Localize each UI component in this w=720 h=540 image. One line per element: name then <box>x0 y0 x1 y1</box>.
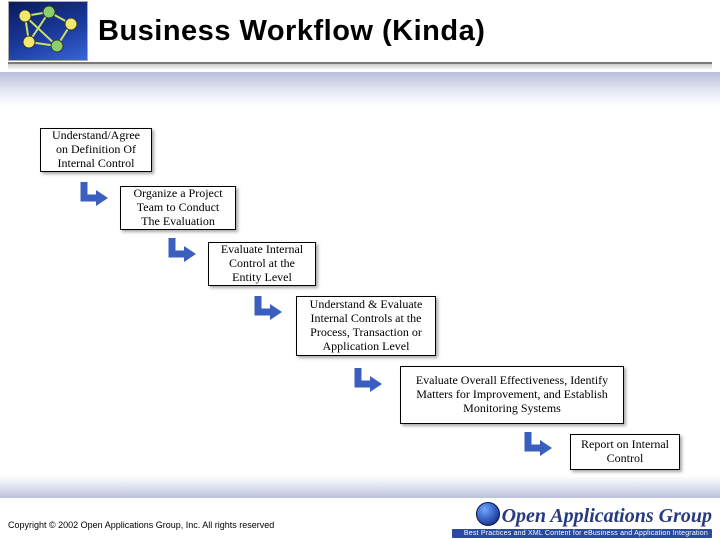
workflow-step-6: Report on Internal Control <box>570 434 680 470</box>
org-name: Open Applications Group <box>502 505 712 527</box>
workflow-diagram: Understand/Agree on Definition Of Intern… <box>0 72 720 476</box>
workflow-step-2: Organize a Project Team to Conduct The E… <box>120 186 236 230</box>
elbow-arrow-icon <box>252 294 282 324</box>
slide-footer: Copyright © 2002 Open Applications Group… <box>0 500 720 540</box>
org-tagline: Best Practices and XML Content for eBusi… <box>452 529 712 538</box>
elbow-arrow-icon <box>78 180 108 210</box>
elbow-arrow-icon <box>352 366 382 396</box>
elbow-arrow-icon <box>166 236 196 266</box>
title-underline <box>8 62 712 70</box>
network-graph-icon <box>8 1 88 61</box>
copyright-text: Copyright © 2002 Open Applications Group… <box>8 520 274 530</box>
workflow-step-1: Understand/Agree on Definition Of Intern… <box>40 128 152 172</box>
globe-icon <box>476 502 500 526</box>
elbow-arrow-icon <box>522 430 552 460</box>
workflow-step-4: Understand & Evaluate Internal Controls … <box>296 296 436 356</box>
org-logo: Open Applications Group Best Practices a… <box>452 502 712 538</box>
workflow-step-5: Evaluate Overall Effectiveness, Identify… <box>400 366 624 424</box>
gradient-band-bottom <box>0 476 720 498</box>
slide-title: Business Workflow (Kinda) <box>98 15 485 48</box>
workflow-step-3: Evaluate Internal Control at the Entity … <box>208 242 316 286</box>
slide-header: Business Workflow (Kinda) <box>0 0 720 62</box>
